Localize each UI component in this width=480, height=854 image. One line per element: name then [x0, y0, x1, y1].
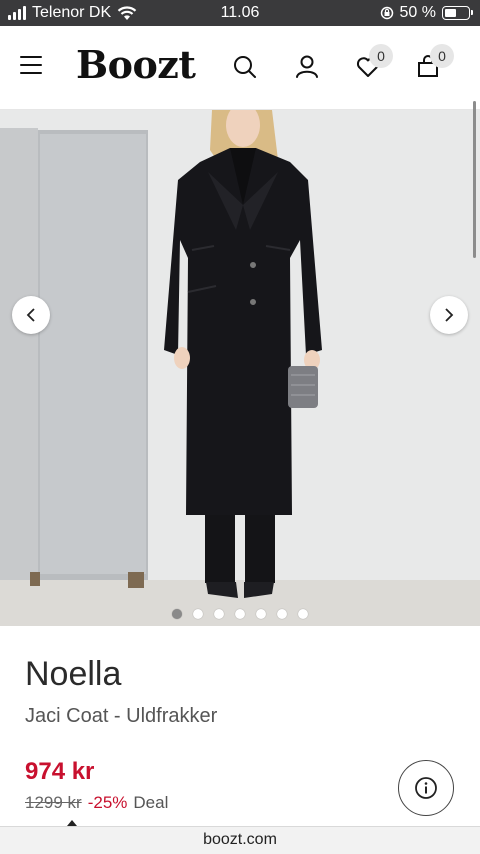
info-button[interactable]	[398, 760, 454, 816]
gallery-dot[interactable]	[172, 609, 182, 619]
product-brand[interactable]: Noella	[25, 655, 121, 694]
gallery-pagination[interactable]	[0, 609, 480, 619]
gallery-dot[interactable]	[193, 609, 203, 619]
user-icon	[296, 55, 318, 78]
chevron-right-icon	[445, 308, 454, 322]
product-photo	[0, 110, 480, 626]
site-header: Boozt 0 0	[0, 26, 480, 110]
cart-button[interactable]: 0	[414, 44, 454, 82]
url-text: boozt.com	[203, 831, 277, 848]
deal-label: Deal	[133, 793, 169, 812]
price-details: 1299 kr -25% Deal	[25, 793, 168, 813]
product-image-gallery[interactable]	[0, 110, 480, 626]
gallery-dot[interactable]	[235, 609, 245, 619]
status-bar: Telenor DK 11.06 50 %	[0, 0, 480, 26]
browser-url-bar[interactable]: boozt.com	[0, 826, 480, 854]
product-price: 974 kr	[25, 758, 95, 785]
gallery-dot[interactable]	[214, 609, 224, 619]
gallery-dot[interactable]	[298, 609, 308, 619]
search-icon	[234, 56, 256, 78]
carrier-label: Telenor DK	[32, 4, 112, 21]
product-name: Jaci Coat - Uldfrakker	[25, 705, 218, 727]
status-right: 50 %	[380, 4, 473, 22]
battery-icon	[442, 6, 473, 20]
next-image-button[interactable]	[430, 296, 468, 334]
info-icon	[415, 777, 437, 799]
account-button[interactable]	[292, 52, 322, 82]
prev-image-button[interactable]	[12, 296, 50, 334]
page-scrollbar[interactable]	[473, 101, 476, 258]
wifi-icon	[117, 5, 137, 20]
signal-icon	[8, 6, 26, 20]
cart-badge: 0	[430, 44, 454, 68]
gallery-dot[interactable]	[277, 609, 287, 619]
discount-percent: -25%	[87, 793, 128, 812]
status-left: Telenor DK	[8, 4, 137, 22]
battery-percent: 50 %	[399, 4, 436, 21]
wishlist-button[interactable]: 0	[353, 44, 393, 82]
gallery-dot[interactable]	[256, 609, 266, 619]
original-price: 1299 kr	[25, 793, 82, 812]
orientation-lock-icon	[380, 6, 393, 20]
menu-icon[interactable]	[20, 56, 42, 74]
wishlist-badge: 0	[369, 44, 393, 68]
boozt-logo[interactable]: Boozt	[76, 42, 196, 87]
chevron-left-icon	[26, 308, 35, 322]
search-button[interactable]	[230, 52, 260, 82]
